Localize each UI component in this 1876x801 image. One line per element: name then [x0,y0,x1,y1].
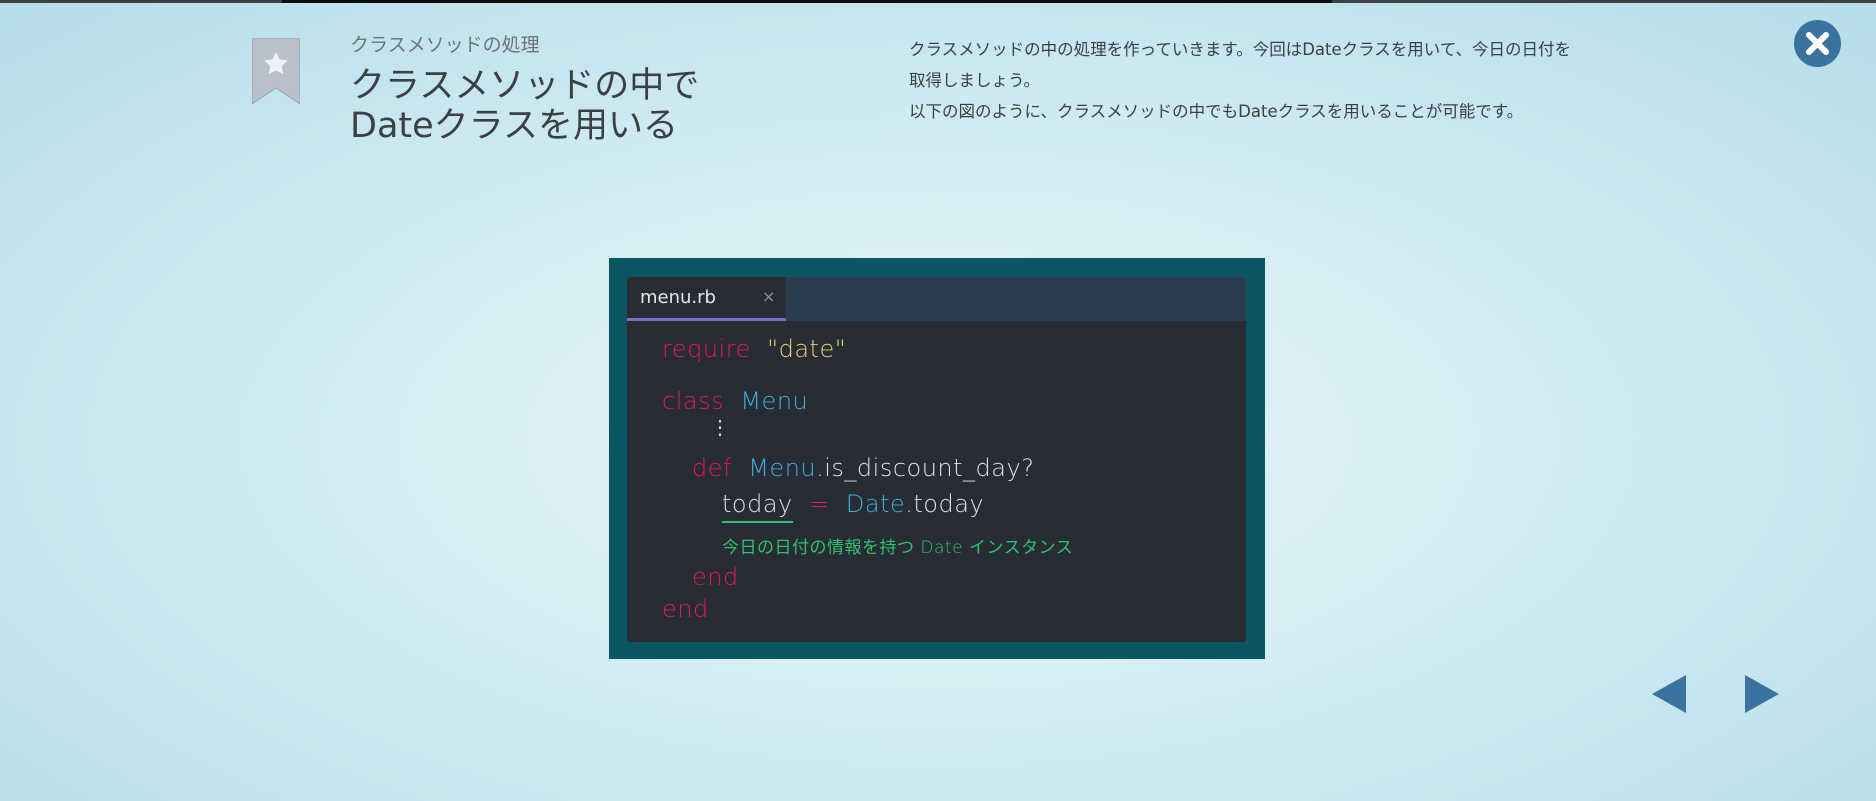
close-icon [1806,32,1829,55]
next-slide-button[interactable] [1745,675,1779,713]
description: クラスメソッドの中の処理を作っていきます。今回はDateクラスを用いて、今日の日… [909,40,1571,121]
bookmark-star-icon[interactable] [252,38,300,104]
top-bar [0,0,1876,3]
lesson-subtitle: クラスメソッドの処理 [350,34,540,56]
tab-bar: menu.rb × [627,277,1246,321]
page-title: クラスメソッドの中で Dateクラスを用いる [350,66,700,146]
code-editor: menu.rb × require "date" class Menu ⋮ de… [627,277,1246,642]
tab-close-icon[interactable]: × [762,287,775,306]
prev-slide-button[interactable] [1652,675,1686,713]
close-button[interactable] [1794,20,1841,67]
code-figure: menu.rb × require "date" class Menu ⋮ de… [609,258,1265,659]
tab-label: menu.rb [640,287,716,308]
tab-menu-rb[interactable]: menu.rb × [627,277,786,321]
code-annotation: 今日の日付の情報を持つ Date インスタンス [722,538,1074,558]
